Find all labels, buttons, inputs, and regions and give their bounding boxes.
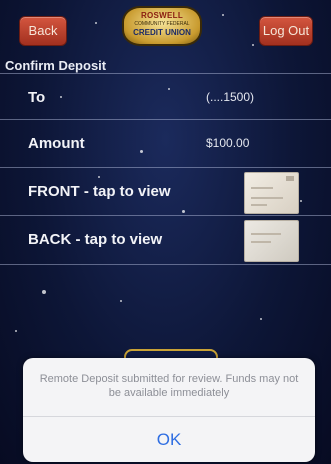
logout-button[interactable]: Log Out <box>259 16 313 46</box>
row-to-account: To (....1500) <box>0 73 331 122</box>
row-label-front: FRONT - tap to view <box>28 183 171 200</box>
row-back-check[interactable]: BACK - tap to view <box>0 215 331 265</box>
row-label-amount: Amount <box>28 135 85 152</box>
alert-message: Remote Deposit submitted for review. Fun… <box>39 373 299 399</box>
credit-union-logo: ROSWELL COMMUNITY FEDERAL CREDIT UNION <box>122 6 202 46</box>
row-front-check[interactable]: FRONT - tap to view <box>0 167 331 216</box>
row-label-back: BACK - tap to view <box>28 231 163 248</box>
check-front-thumbnail[interactable] <box>244 172 299 214</box>
row-label-to: To <box>28 89 46 106</box>
row-value-account: (....1500) <box>206 90 255 104</box>
row-value-amount: $100.00 <box>206 136 250 150</box>
page-title: Confirm Deposit <box>5 58 107 73</box>
alert-dialog: Remote Deposit submitted for review. Fun… <box>23 358 315 462</box>
logo-line-1: ROSWELL <box>140 11 184 20</box>
check-back-thumbnail[interactable] <box>244 220 299 262</box>
logo-line-2: COMMUNITY FEDERAL <box>134 21 190 27</box>
logo-line-3: CREDIT UNION <box>133 28 191 37</box>
top-navigation-bar: Back ROSWELL COMMUNITY FEDERAL CREDIT UN… <box>0 0 331 55</box>
row-amount: Amount $100.00 <box>0 119 331 168</box>
ok-button[interactable]: OK <box>23 417 315 462</box>
back-button[interactable]: Back <box>19 16 67 46</box>
